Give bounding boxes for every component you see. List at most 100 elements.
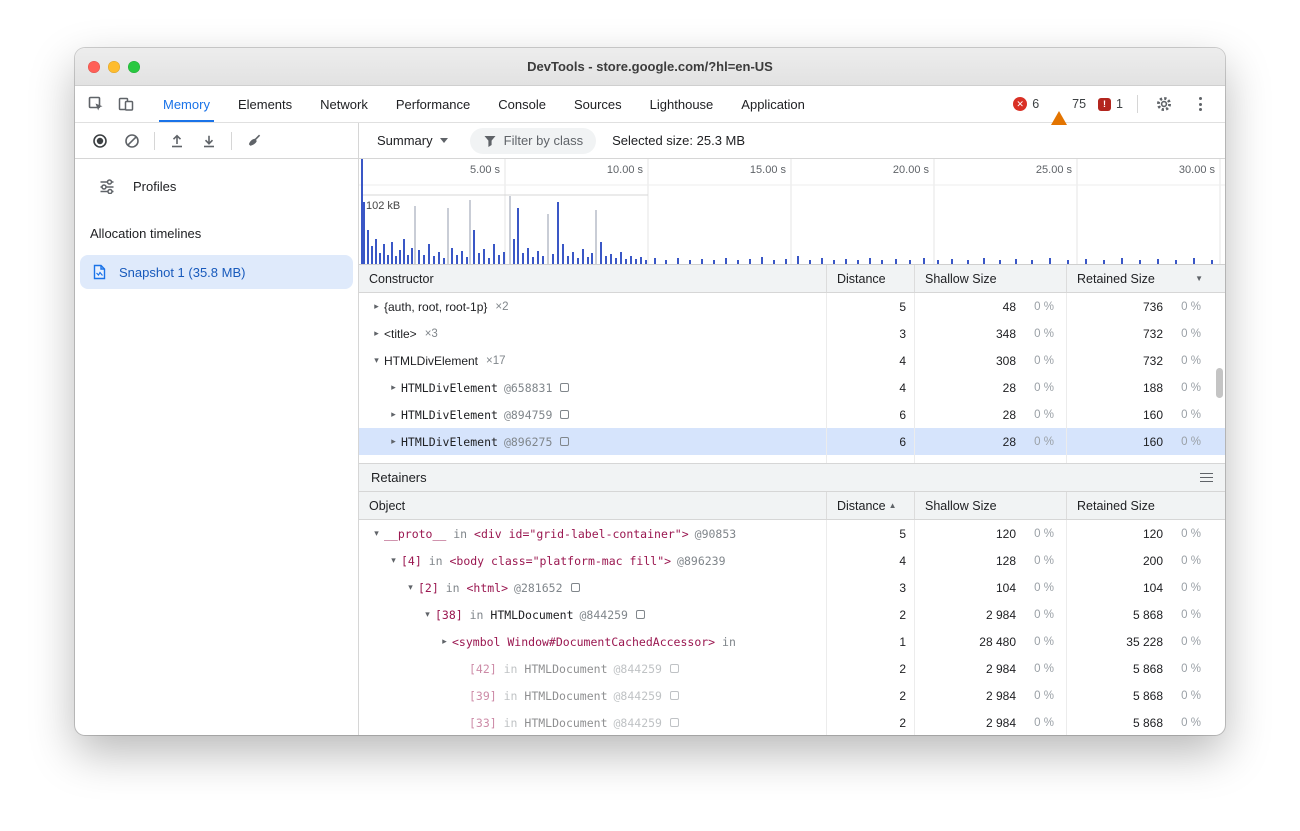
retained-size-cell: 5 8680 % [1066, 709, 1225, 735]
expander-icon[interactable]: ▸ [386, 436, 401, 447]
sidebar-item-snapshot-1[interactable]: Snapshot 1 (35.8 MB) [80, 255, 353, 289]
tune-icon[interactable] [99, 178, 115, 194]
column-header-shallow-size[interactable]: Shallow Size [914, 492, 1066, 519]
size-value: 48 [923, 300, 1016, 314]
reveal-in-elements-icon[interactable] [670, 718, 679, 727]
retainer-row[interactable]: ▾[4] in <body class="platform-mac fill">… [359, 547, 1225, 574]
column-header-retained-size[interactable]: Retained Size [1066, 492, 1225, 519]
reveal-in-elements-icon[interactable] [670, 664, 679, 673]
console-warnings-badge[interactable]: ! 75 [1048, 95, 1089, 113]
column-header-retained-size[interactable]: Retained Size ▼ [1066, 265, 1225, 292]
size-percent: 0 % [1016, 609, 1054, 621]
inspect-element-button[interactable] [81, 90, 111, 118]
constructor-row[interactable]: ▸HTMLDivElement@8962756280 %1600 % [359, 428, 1225, 455]
retainer-row[interactable]: ▾[2] in <html>@28165231040 %1040 % [359, 574, 1225, 601]
constructor-row[interactable]: ▾HTMLDivElement×1743080 %7320 % [359, 347, 1225, 374]
title-bar[interactable]: DevTools - store.google.com/?hl=en-US [75, 48, 1225, 86]
distance-cell: 4 [826, 374, 914, 401]
tab-network[interactable]: Network [306, 86, 382, 122]
clear-profiles-button[interactable] [117, 127, 147, 155]
size-percent: 0 % [1016, 382, 1054, 394]
view-controls: Summary Filter by class Selected size: 2… [359, 123, 1225, 158]
constructor-row[interactable]: ▸{auth, root, root-1p}×25480 %7360 % [359, 293, 1225, 320]
panel-content: Profiles Allocation timelines Snapshot 1… [75, 159, 1225, 735]
size-percent: 0 % [1163, 717, 1201, 729]
expander-icon[interactable]: ▾ [420, 609, 435, 620]
shallow-size-cell: 280 % [914, 374, 1066, 401]
column-header-distance[interactable]: Distance ▲ [826, 492, 914, 519]
label-part-count: ×2 [495, 301, 508, 313]
column-header-constructor[interactable]: Constructor [359, 265, 826, 292]
size-percent: 0 % [1163, 636, 1201, 648]
expander-icon[interactable]: ▾ [386, 555, 401, 566]
size-percent: 0 % [1016, 663, 1054, 675]
reveal-in-elements-icon[interactable] [571, 583, 580, 592]
constructor-row[interactable]: ▸<title>×333480 %7320 % [359, 320, 1225, 347]
tab-application[interactable]: Application [727, 86, 819, 122]
constructor-row[interactable]: ▸HTMLDivElement [359, 455, 1225, 463]
constructor-row[interactable]: ▸HTMLDivElement@8947596280 %1600 % [359, 401, 1225, 428]
expander-icon[interactable]: ▸ [369, 301, 384, 312]
tab-console[interactable]: Console [484, 86, 560, 122]
label-part-name: HTMLDivElement [401, 381, 498, 395]
load-profile-button[interactable] [162, 127, 192, 155]
column-header-shallow-size[interactable]: Shallow Size [914, 265, 1066, 292]
constructor-row[interactable]: ▸HTMLDivElement@6588314280 %1880 % [359, 374, 1225, 401]
class-filter-input[interactable]: Filter by class [470, 128, 596, 154]
reveal-in-elements-icon[interactable] [560, 383, 569, 392]
size-value: 5 868 [1075, 662, 1163, 676]
collect-garbage-button[interactable] [239, 127, 269, 155]
device-toolbar-button[interactable] [111, 90, 141, 118]
minimize-window-button[interactable] [108, 61, 120, 73]
retainer-row[interactable]: [42] in HTMLDocument@84425922 9840 %5 86… [359, 655, 1225, 682]
expander-icon[interactable]: ▾ [403, 582, 418, 593]
expander-icon[interactable]: ▸ [386, 382, 401, 393]
save-profile-button[interactable] [194, 127, 224, 155]
tab-sources[interactable]: Sources [560, 86, 636, 122]
reveal-in-elements-icon[interactable] [670, 691, 679, 700]
tab-elements[interactable]: Elements [224, 86, 306, 122]
zoom-window-button[interactable] [128, 61, 140, 73]
reveal-in-elements-icon[interactable] [560, 410, 569, 419]
distance-cell: 6 [826, 401, 914, 428]
label-part-in: in [497, 662, 525, 676]
size-percent: 0 % [1163, 663, 1201, 675]
expander-icon[interactable]: ▸ [369, 328, 384, 339]
issues-badge[interactable]: ! 1 [1095, 95, 1126, 113]
expander-icon[interactable]: ▸ [437, 636, 452, 647]
reveal-in-elements-icon[interactable] [560, 437, 569, 446]
tab-lighthouse[interactable]: Lighthouse [636, 86, 728, 122]
size-value: 28 [923, 381, 1016, 395]
reveal-in-elements-icon[interactable] [636, 610, 645, 619]
scrollbar-thumb[interactable] [1216, 368, 1223, 398]
settings-button[interactable] [1149, 90, 1179, 118]
expander-icon[interactable]: ▾ [369, 355, 384, 366]
record-heap-button[interactable] [85, 127, 115, 155]
column-header-distance[interactable]: Distance [826, 265, 914, 292]
tab-memory[interactable]: Memory [149, 86, 224, 122]
distance-cell: 1 [826, 628, 914, 655]
label-part-addr: @896275 [504, 435, 552, 449]
expander-icon[interactable]: ▾ [369, 528, 384, 539]
label-part-name: HTMLDivElement [401, 462, 498, 464]
retainer-row[interactable]: ▾__proto__ in <div id="grid-label-contai… [359, 520, 1225, 547]
retainer-row[interactable]: [33] in HTMLDocument@84425922 9840 %5 86… [359, 709, 1225, 735]
column-header-object[interactable]: Object [359, 492, 826, 519]
perspective-select[interactable]: Summary [371, 129, 454, 152]
console-errors-badge[interactable]: ✕ 6 [1010, 95, 1042, 113]
timeline-chart[interactable]: 5.00 s10.00 s15.00 s20.00 s25.00 s30.00 … [359, 159, 1225, 264]
close-window-button[interactable] [88, 61, 100, 73]
retainer-row[interactable]: ▸<symbol Window#DocumentCachedAccessor> … [359, 628, 1225, 655]
label-part-in: in [497, 716, 525, 730]
retainer-row[interactable]: [39] in HTMLDocument@84425922 9840 %5 86… [359, 682, 1225, 709]
retainer-row[interactable]: ▾[38] in HTMLDocument@84425922 9840 %5 8… [359, 601, 1225, 628]
more-options-button[interactable] [1185, 90, 1215, 118]
allocation-timeline-overview[interactable]: 5.00 s10.00 s15.00 s20.00 s25.00 s30.00 … [359, 159, 1225, 265]
size-percent: 0 % [1163, 382, 1201, 394]
tab-performance[interactable]: Performance [382, 86, 484, 122]
size-value: 188 [1075, 381, 1163, 395]
size-percent: 0 % [1163, 328, 1201, 340]
expander-icon[interactable]: ▸ [386, 409, 401, 420]
label-part-count: ×17 [486, 355, 506, 367]
menu-icon[interactable] [1200, 473, 1213, 483]
